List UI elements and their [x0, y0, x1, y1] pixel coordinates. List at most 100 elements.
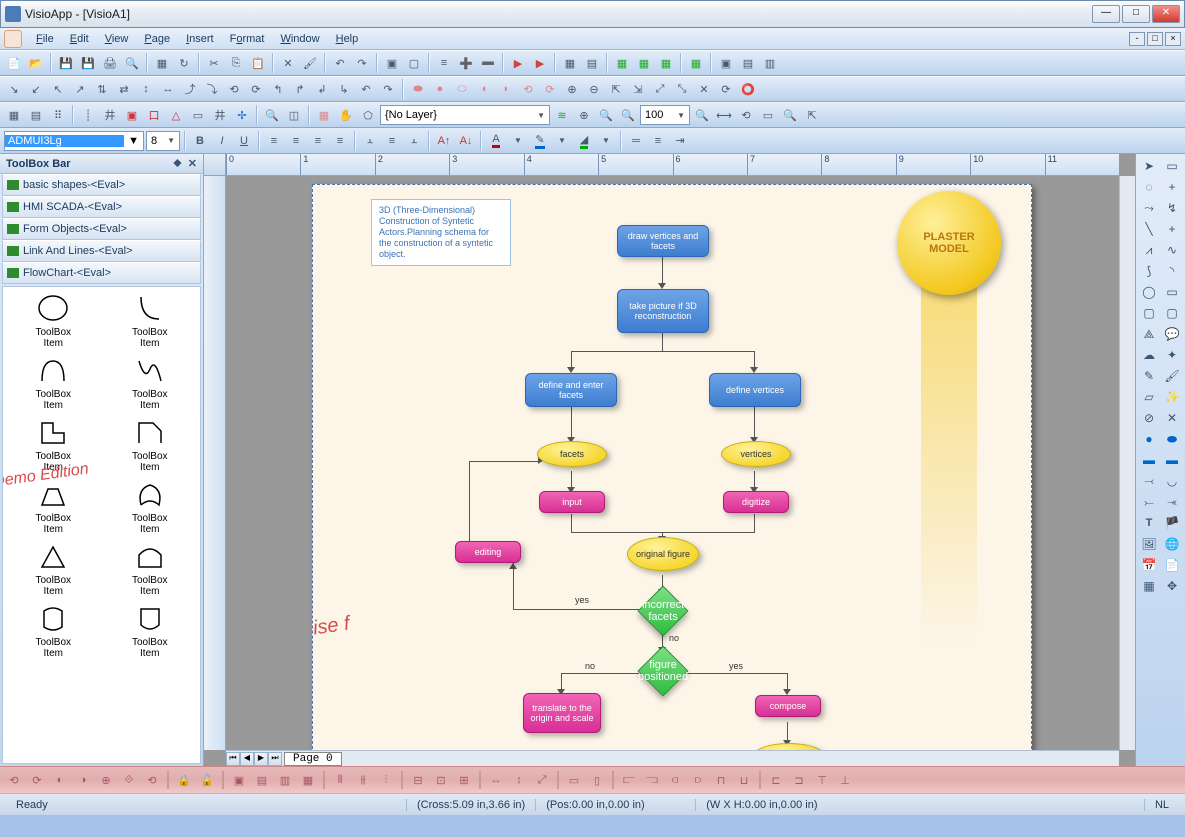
menu-edit[interactable]: Edit	[62, 31, 97, 47]
shape-icon[interactable]: ⭕	[738, 79, 758, 99]
grid-dots-icon[interactable]: ⠿	[48, 105, 68, 125]
menu-window[interactable]: Window	[272, 31, 327, 47]
save-button[interactable]: 💾	[56, 53, 76, 73]
b-icon[interactable]: ⊔	[734, 770, 754, 790]
fit-w-icon[interactable]: ⟷	[714, 105, 734, 125]
arrow-icon[interactable]: ⇄	[114, 79, 134, 99]
align-icon[interactable]: ✢	[232, 105, 252, 125]
scrollbar-vertical[interactable]	[1119, 176, 1135, 750]
tab-next[interactable]: ▶	[254, 752, 268, 766]
font-inc-button[interactable]: A↑	[434, 131, 454, 151]
zoom-out-icon[interactable]: 🔍	[618, 105, 638, 125]
fill-circle-tool[interactable]: ●	[1138, 429, 1160, 449]
toolbox-item[interactable]: ToolBoxItem	[104, 477, 197, 535]
align-center-button[interactable]: ≡	[286, 131, 306, 151]
ungroup-button[interactable]: ▢	[404, 53, 424, 73]
open-button[interactable]: 📂	[26, 53, 46, 73]
shape-icon[interactable]: ⤡	[672, 79, 692, 99]
calendar-tool[interactable]: 📅	[1138, 555, 1160, 575]
redo-button[interactable]: ↷	[352, 53, 372, 73]
close-button[interactable]: ✕	[1152, 5, 1180, 23]
arrow-icon[interactable]: ⤵	[202, 79, 222, 99]
arc2-tool[interactable]: ◡	[1161, 471, 1183, 491]
copy-button[interactable]: ⎘	[226, 53, 246, 73]
flag-tool[interactable]: 🏴	[1161, 513, 1183, 533]
table1-button[interactable]: ▦	[612, 53, 632, 73]
arrow-icon[interactable]: ↶	[356, 79, 376, 99]
close-panel-icon[interactable]: ✕	[188, 157, 197, 170]
align-icon[interactable]: 口	[144, 105, 164, 125]
canvas-viewport[interactable]: ise f 3D (Three-Dimensional) Constructio…	[226, 176, 1119, 750]
align-left-button[interactable]: ≡	[264, 131, 284, 151]
toolbox-item[interactable]: ToolBoxItem	[7, 291, 100, 349]
mdi-restore[interactable]: □	[1147, 32, 1163, 46]
image-tool[interactable]: 🖼	[1138, 534, 1160, 554]
shape-icon[interactable]: ⊕	[562, 79, 582, 99]
arrow-icon[interactable]: ↙	[26, 79, 46, 99]
arrow-icon[interactable]: ↳	[334, 79, 354, 99]
align-icon[interactable]: ▭	[188, 105, 208, 125]
hand-icon[interactable]: ✋	[336, 105, 356, 125]
rect-tool[interactable]: ▭	[1161, 282, 1183, 302]
align-right-button[interactable]: ≡	[308, 131, 328, 151]
ruler-button[interactable]: ▤	[582, 53, 602, 73]
zoom-sel-icon[interactable]: ◫	[284, 105, 304, 125]
shape-icon[interactable]: ⬭	[452, 79, 472, 99]
b-icon[interactable]: ⫎	[642, 770, 662, 790]
arrow-icon[interactable]: ⟲	[224, 79, 244, 99]
shape-icon[interactable]: ●	[430, 79, 450, 99]
ellipse-tool[interactable]: ◯	[1138, 282, 1160, 302]
arrow-icon[interactable]: ↕	[136, 79, 156, 99]
align-justify-button[interactable]: ≡	[330, 131, 350, 151]
fontsize-combo[interactable]: 8▼	[146, 131, 180, 151]
roundrect2-tool[interactable]: ▢	[1161, 303, 1183, 323]
cut-button[interactable]: ✂	[204, 53, 224, 73]
menu-insert[interactable]: Insert	[178, 31, 222, 47]
select-tool[interactable]: ▭	[1161, 156, 1183, 176]
caret-icon[interactable]: ▼	[596, 131, 616, 151]
shape-icon[interactable]: ⇲	[628, 79, 648, 99]
pin-icon[interactable]: ⬥	[174, 157, 182, 170]
note-box[interactable]: 3D (Three-Dimensional) Construction of S…	[371, 199, 511, 266]
zoom-in-icon[interactable]: 🔍	[596, 105, 616, 125]
shape-icon[interactable]: ⇱	[606, 79, 626, 99]
category-flowchart[interactable]: FlowChart-<Eval>	[2, 262, 201, 284]
tab-prev[interactable]: ◀	[240, 752, 254, 766]
align-icon[interactable]: ┊	[78, 105, 98, 125]
arrow-icon[interactable]: ↲	[312, 79, 332, 99]
b-icon[interactable]: ⫍	[619, 770, 639, 790]
toolbox-item[interactable]: ToolBoxItem	[104, 601, 197, 659]
minimize-button[interactable]: —	[1092, 5, 1120, 23]
layers-button[interactable]: ≡	[434, 53, 454, 73]
magic-tool[interactable]: ✨	[1161, 387, 1183, 407]
badge-plaster[interactable]: PLASTERMODEL	[897, 191, 1001, 295]
snap-grid-icon[interactable]: ▦	[4, 105, 24, 125]
toolbox-item[interactable]: ToolBoxItem	[104, 415, 197, 473]
brush-tool[interactable]: 🖌	[1161, 366, 1183, 386]
node-incorrect-facets[interactable]: incorrect facets	[638, 586, 689, 637]
node-original-figure[interactable]: original figure	[627, 537, 699, 571]
view1-button[interactable]: ▣	[716, 53, 736, 73]
save-all-button[interactable]: 💾	[78, 53, 98, 73]
connector3-tool[interactable]: ⤚	[1138, 492, 1160, 512]
preview-button[interactable]: 🔍	[122, 53, 142, 73]
connector2-tool[interactable]: ⤙	[1138, 471, 1160, 491]
paste-button[interactable]: 📋	[248, 53, 268, 73]
undo-button[interactable]: ↶	[330, 53, 350, 73]
b-icon[interactable]: ⊡	[431, 770, 451, 790]
b-icon[interactable]: ↕	[509, 770, 529, 790]
category-basic-shapes[interactable]: basic shapes-<Eval>	[2, 174, 201, 196]
b-icon[interactable]: ⤢	[532, 770, 552, 790]
zoom-combo[interactable]: 100▼	[640, 105, 690, 125]
toolbox-item[interactable]: ToolBoxItem	[7, 477, 100, 535]
arrow-icon[interactable]: ↘	[4, 79, 24, 99]
add-button[interactable]: ➕	[456, 53, 476, 73]
b-icon[interactable]: ⟲	[142, 770, 162, 790]
fill-ellipse-tool[interactable]: ⬬	[1161, 429, 1183, 449]
font-dec-button[interactable]: A↓	[456, 131, 476, 151]
italic-button[interactable]: I	[212, 131, 232, 151]
layer-add-icon[interactable]: ⊕	[574, 105, 594, 125]
toolbox-item[interactable]: ToolBoxItem	[104, 291, 197, 349]
arrow-icon[interactable]: ⇅	[92, 79, 112, 99]
b-icon[interactable]: ▯	[587, 770, 607, 790]
